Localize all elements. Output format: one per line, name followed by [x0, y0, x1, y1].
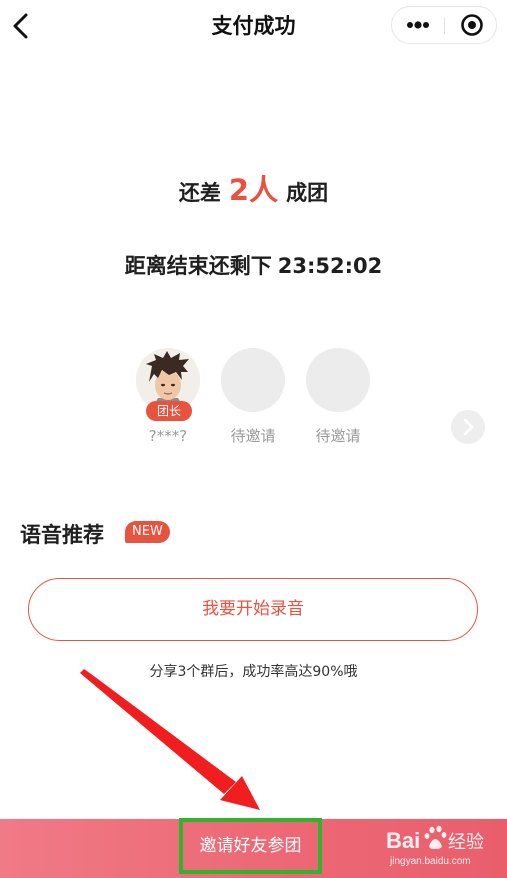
- leader-badge: 团长: [146, 401, 192, 421]
- paw-icon: [424, 825, 447, 849]
- member-name: 待邀请: [315, 427, 361, 445]
- mini-program-capsule: [391, 6, 497, 44]
- watermark-brand-suffix: 经验: [448, 832, 484, 853]
- watermark-brand: Bai: [386, 828, 420, 853]
- remaining-count: 2人: [228, 173, 279, 207]
- baidu-jingyan-watermark: Bai 经验 jingyan.baidu.com: [386, 822, 502, 870]
- navigation-bar: 支付成功: [0, 0, 507, 52]
- remaining-suffix: 成团: [286, 181, 329, 205]
- member-slot-pending[interactable]: 待邀请: [208, 348, 298, 446]
- chevron-right-icon: [463, 418, 474, 436]
- empty-avatar: [221, 348, 285, 412]
- countdown-text: 距离结束还剩下 23:52:02: [0, 248, 507, 284]
- member-name: ?***?: [148, 427, 188, 445]
- target-circle-icon: [461, 14, 483, 36]
- empty-avatar: [306, 348, 370, 412]
- member-slot-pending[interactable]: 待邀请: [293, 348, 383, 446]
- more-button[interactable]: [396, 11, 440, 39]
- more-dots-icon: [407, 21, 429, 29]
- new-badge: NEW: [125, 521, 170, 543]
- member-name: 待邀请: [230, 427, 276, 445]
- share-tip-text: 分享3个群后，成功率高达90%哦: [149, 664, 358, 680]
- remaining-members-text: 还差 2人 成团: [0, 168, 507, 215]
- next-page-button[interactable]: [451, 410, 485, 444]
- close-button[interactable]: [450, 11, 494, 39]
- remaining-prefix: 还差: [178, 181, 221, 205]
- start-recording-button[interactable]: 我要开始录音: [28, 578, 478, 641]
- countdown-timer: 23:52:02: [277, 254, 383, 278]
- countdown-label: 距离结束还剩下: [124, 254, 272, 278]
- section-title: 语音推荐: [20, 523, 104, 547]
- chevron-left-icon: [13, 13, 28, 39]
- capsule-divider: [444, 17, 445, 34]
- back-button[interactable]: [6, 10, 38, 42]
- member-slot-leader[interactable]: 团长 ?***?: [123, 348, 213, 446]
- invite-friends-button[interactable]: 邀请好友参团: [179, 818, 322, 874]
- watermark-url: jingyan.baidu.com: [389, 856, 471, 867]
